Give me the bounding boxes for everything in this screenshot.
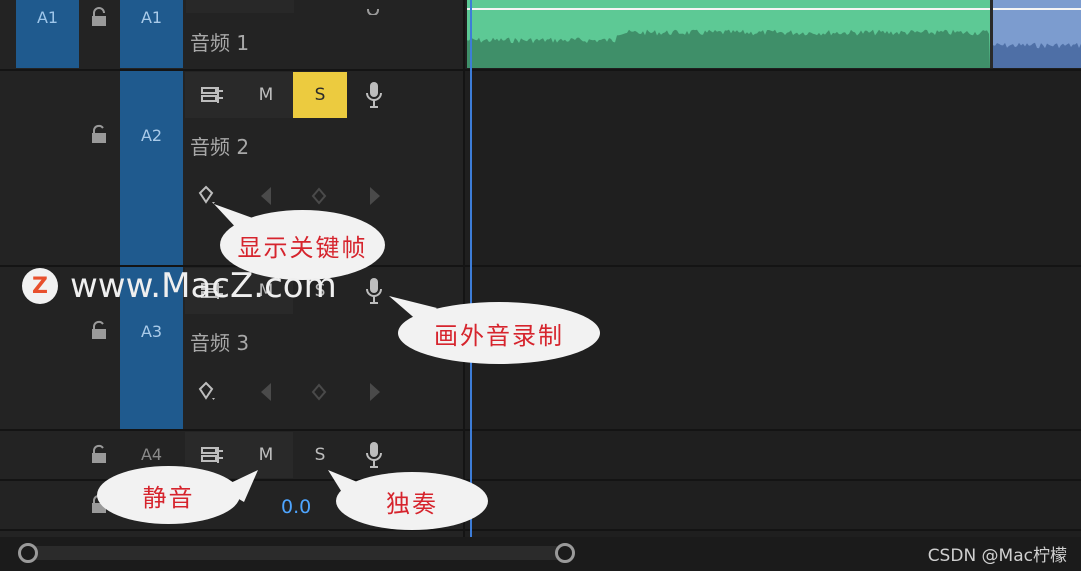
- lock-icon[interactable]: [90, 320, 108, 340]
- timeline-area[interactable]: [465, 0, 1081, 537]
- lock-icon[interactable]: [90, 444, 108, 464]
- track-name-a2: 音频 2: [190, 135, 250, 159]
- audio-waveform: [993, 42, 1081, 68]
- scrollbar-track[interactable]: [28, 546, 565, 560]
- audio-clip[interactable]: [993, 0, 1081, 8]
- waveform-shape: [993, 42, 1081, 68]
- audio-clip[interactable]: [467, 10, 990, 69]
- microphone-icon: [366, 278, 382, 304]
- mute-button-a2[interactable]: M: [239, 72, 293, 118]
- watermark-text: www.MacZ.com: [70, 266, 337, 306]
- track-separator: [0, 429, 1081, 431]
- lock-icon[interactable]: [90, 7, 108, 27]
- add-keyframe-icon[interactable]: [307, 184, 331, 208]
- track-target-a2[interactable]: A2: [120, 71, 183, 265]
- watermark-logo: Z: [22, 268, 58, 304]
- panel-divider: [463, 0, 465, 537]
- lock-icon[interactable]: [90, 124, 108, 144]
- sync-lock-button[interactable]: [185, 72, 239, 118]
- track-target-a1[interactable]: A1: [120, 0, 183, 68]
- scroll-handle-left[interactable]: [18, 543, 38, 563]
- sync-lock-icon: [201, 447, 223, 463]
- microphone-icon[interactable]: [365, 0, 381, 16]
- audio-clip[interactable]: [467, 0, 990, 8]
- master-volume-value[interactable]: 0.0: [281, 496, 311, 518]
- solo-button-a2[interactable]: S: [293, 72, 347, 118]
- waveform-shape: [467, 29, 990, 69]
- source-patch-a1[interactable]: A1: [16, 0, 79, 68]
- callout-voiceover-record: 画外音录制: [398, 302, 600, 364]
- credit-text: CSDN @Mac柠檬: [927, 546, 1067, 566]
- track-name-a1: 音频 1: [190, 31, 250, 55]
- playhead[interactable]: [470, 0, 472, 540]
- microphone-icon: [366, 82, 382, 108]
- microphone-icon: [366, 442, 382, 468]
- track-name-a3: 音频 3: [190, 331, 250, 355]
- sync-lock-icon: [201, 87, 223, 103]
- next-keyframe-icon[interactable]: [362, 380, 386, 404]
- next-keyframe-icon[interactable]: [362, 184, 386, 208]
- scroll-handle-right[interactable]: [555, 543, 575, 563]
- callout-mute: 静音: [97, 466, 240, 524]
- callout-solo: 独奏: [336, 472, 488, 530]
- prev-keyframe-icon[interactable]: [255, 380, 279, 404]
- keyframe-toggle-icon[interactable]: [197, 380, 221, 404]
- watermark: Z www.MacZ.com: [22, 266, 337, 306]
- audio-clip[interactable]: [993, 10, 1081, 68]
- add-keyframe-icon[interactable]: [307, 380, 331, 404]
- track-controls-a1: [186, 0, 294, 13]
- audio-waveform: [467, 29, 990, 69]
- track-separator: [0, 529, 1081, 531]
- voiceover-record-button[interactable]: [347, 72, 401, 118]
